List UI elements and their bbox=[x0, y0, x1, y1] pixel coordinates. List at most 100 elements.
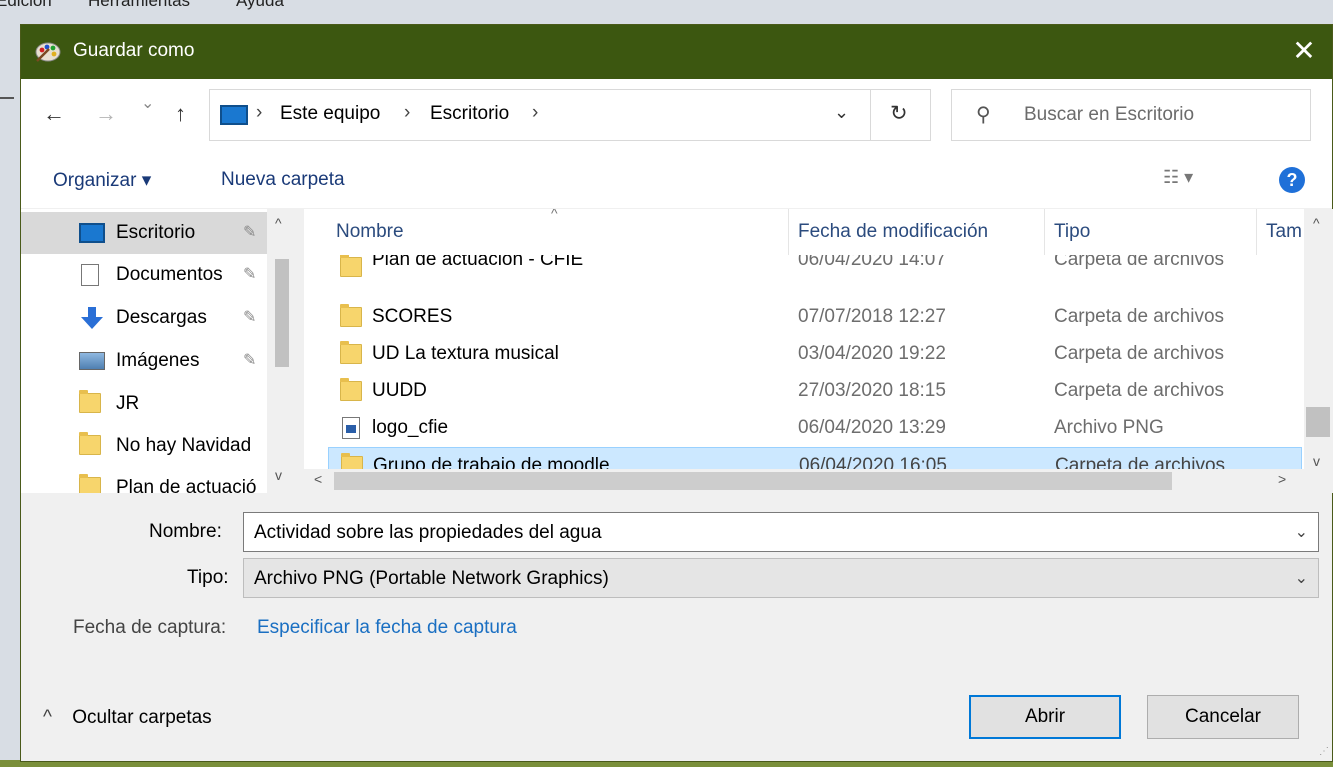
file-date: 06/04/2020 14:07 bbox=[798, 255, 946, 270]
scroll-up-icon[interactable]: ^ bbox=[1313, 215, 1320, 231]
organize-button[interactable]: Organizar ▾ bbox=[53, 169, 151, 192]
column-header-name[interactable]: Nombre bbox=[336, 221, 404, 243]
scroll-up-icon[interactable]: ^ bbox=[275, 215, 282, 231]
scrollbar-thumb[interactable] bbox=[1306, 407, 1330, 437]
nav-item-imagenes[interactable]: Imágenes ✎ bbox=[21, 340, 281, 382]
hide-folders-toggle[interactable]: ^ Ocultar carpetas bbox=[43, 707, 212, 729]
file-row[interactable]: logo_cfie 06/04/2020 13:29 Archivo PNG bbox=[328, 410, 1302, 447]
nav-item-escritorio[interactable]: Escritorio ✎ bbox=[21, 212, 281, 254]
file-type: Archivo PNG bbox=[1054, 417, 1164, 438]
column-separator[interactable] bbox=[1256, 209, 1257, 255]
folder-icon bbox=[340, 255, 362, 277]
open-button[interactable]: Abrir bbox=[969, 695, 1121, 739]
forward-arrow-icon[interactable]: → bbox=[95, 101, 117, 127]
cancel-button[interactable]: Cancelar bbox=[1147, 695, 1299, 739]
nav-pane-scrollbar[interactable]: ^ v bbox=[267, 209, 297, 493]
scrollbar-thumb[interactable] bbox=[334, 472, 1172, 490]
pin-icon: ✎ bbox=[243, 224, 257, 241]
nav-item-descargas[interactable]: Descargas ✎ bbox=[21, 297, 281, 339]
back-arrow-icon[interactable]: ← bbox=[43, 101, 65, 127]
background-menubar: Edición Herramientas Ayuda bbox=[0, 0, 1333, 12]
scrollbar-thumb[interactable] bbox=[275, 259, 289, 367]
search-box[interactable]: ⚲ Buscar en Escritorio bbox=[951, 89, 1311, 141]
scroll-down-icon[interactable]: v bbox=[1313, 453, 1320, 469]
specify-capture-date-link[interactable]: Especificar la fecha de captura bbox=[257, 617, 517, 639]
file-name-label: Nombre: bbox=[149, 521, 222, 542]
command-toolbar: Organizar ▾ Nueva carpeta ☷ ▾ ? bbox=[21, 151, 1332, 209]
recent-locations-chevron-icon[interactable]: ⌄ bbox=[141, 93, 154, 113]
chevron-down-icon[interactable]: ⌄ bbox=[1295, 568, 1308, 588]
file-type: Carpeta de archivos bbox=[1054, 380, 1225, 401]
file-date: 07/07/2018 12:27 bbox=[798, 306, 946, 327]
file-type-label: Tipo: bbox=[187, 567, 229, 588]
file-date: 03/04/2020 19:22 bbox=[798, 343, 946, 364]
pin-icon: ✎ bbox=[243, 352, 257, 369]
file-name-input[interactable]: Actividad sobre las propiedades del agua… bbox=[243, 512, 1319, 552]
breadcrumb-escritorio[interactable]: Escritorio bbox=[430, 103, 509, 125]
file-list-vertical-scrollbar[interactable]: ^ v bbox=[1304, 209, 1333, 493]
address-bar[interactable]: › Este equipo › Escritorio › ⌄ ↻ bbox=[209, 89, 931, 141]
column-header-size[interactable]: Tam bbox=[1266, 221, 1302, 243]
file-date: 27/03/2020 18:15 bbox=[798, 380, 946, 401]
search-placeholder: Buscar en Escritorio bbox=[1024, 104, 1195, 125]
nav-item-label: Documentos bbox=[116, 264, 223, 285]
file-list-horizontal-scrollbar[interactable]: < > bbox=[304, 469, 1333, 493]
file-name: UUDD bbox=[372, 380, 427, 401]
up-arrow-icon[interactable]: ↑ bbox=[175, 101, 186, 127]
file-type-value: Archivo PNG (Portable Network Graphics) bbox=[254, 568, 609, 589]
resize-grip-icon[interactable]: ⋰ bbox=[1319, 746, 1329, 757]
scroll-right-icon[interactable]: > bbox=[1278, 471, 1286, 487]
folder-icon bbox=[79, 390, 101, 413]
nav-item-plan-de-actuacion[interactable]: Plan de actuació bbox=[21, 467, 281, 493]
file-type-select[interactable]: Archivo PNG (Portable Network Graphics) … bbox=[243, 558, 1319, 598]
folder-icon bbox=[79, 432, 101, 455]
file-row[interactable]: UD La textura musical 03/04/2020 19:22 C… bbox=[328, 336, 1302, 373]
documents-icon bbox=[81, 264, 99, 286]
column-separator[interactable] bbox=[1044, 209, 1045, 255]
file-type: Carpeta de archivos bbox=[1054, 343, 1225, 364]
navigation-bar: ← → ⌄ ↑ › Este equipo › Escritorio › ⌄ ↻… bbox=[21, 79, 1332, 151]
file-row[interactable]: SCORES 07/07/2018 12:27 Carpeta de archi… bbox=[328, 299, 1302, 336]
scroll-down-icon[interactable]: v bbox=[275, 467, 282, 483]
chevron-up-icon: ^ bbox=[43, 707, 52, 728]
chevron-down-icon[interactable]: ⌄ bbox=[1295, 522, 1308, 542]
breadcrumb-este-equipo[interactable]: Este equipo bbox=[280, 103, 380, 125]
nav-item-label: JR bbox=[116, 393, 140, 414]
file-row[interactable]: Plan de actuación - CFIE 06/04/2020 14:0… bbox=[328, 255, 1302, 279]
file-name: SCORES bbox=[372, 306, 453, 327]
nav-item-documentos[interactable]: Documentos ✎ bbox=[21, 254, 281, 296]
navigation-pane: Escritorio ✎ Documentos ✎ Descargas ✎ Im… bbox=[21, 209, 297, 493]
column-separator[interactable] bbox=[788, 209, 789, 255]
close-button[interactable]: ✕ bbox=[1276, 25, 1332, 79]
column-header-type[interactable]: Tipo bbox=[1054, 221, 1090, 243]
file-name: UD La textura musical bbox=[372, 343, 559, 364]
scroll-left-icon[interactable]: < bbox=[314, 471, 322, 487]
nav-item-label: Descargas bbox=[116, 307, 207, 328]
refresh-icon[interactable]: ↻ bbox=[890, 101, 908, 126]
desktop-icon bbox=[79, 223, 105, 243]
file-row[interactable]: UUDD 27/03/2020 18:15 Carpeta de archivo… bbox=[328, 373, 1302, 410]
breadcrumb-separator[interactable]: › bbox=[532, 102, 538, 124]
pin-icon: ✎ bbox=[243, 309, 257, 326]
nav-item-jr[interactable]: JR bbox=[21, 383, 281, 425]
column-header-date[interactable]: Fecha de modificación bbox=[798, 221, 988, 243]
address-divider bbox=[870, 90, 871, 140]
file-name-value: Actividad sobre las propiedades del agua bbox=[254, 522, 602, 543]
capture-date-label: Fecha de captura: bbox=[73, 617, 227, 638]
sort-ascending-icon: ^ bbox=[551, 209, 558, 221]
file-list: ^ Nombre Fecha de modificación Tipo Tam … bbox=[304, 209, 1333, 493]
folder-icon bbox=[340, 304, 362, 327]
new-folder-button[interactable]: Nueva carpeta bbox=[221, 169, 345, 191]
address-dropdown-icon[interactable]: ⌄ bbox=[834, 102, 849, 123]
file-date: 06/04/2020 13:29 bbox=[798, 417, 946, 438]
nav-item-label: Imágenes bbox=[116, 350, 200, 371]
bg-menu-edicion: Edición bbox=[0, 0, 52, 10]
download-arrow-icon bbox=[81, 307, 103, 329]
help-icon[interactable]: ? bbox=[1279, 167, 1305, 193]
breadcrumb-separator: › bbox=[404, 102, 411, 123]
file-type: Carpeta de archivos bbox=[1054, 255, 1225, 270]
nav-item-no-hay-navidad[interactable]: No hay Navidad bbox=[21, 425, 281, 467]
dialog-title: Guardar como bbox=[73, 40, 195, 61]
save-as-dialog: Guardar como ✕ ← → ⌄ ↑ › Este equipo › E… bbox=[20, 24, 1333, 762]
view-options-icon[interactable]: ☷ ▾ bbox=[1163, 167, 1193, 188]
